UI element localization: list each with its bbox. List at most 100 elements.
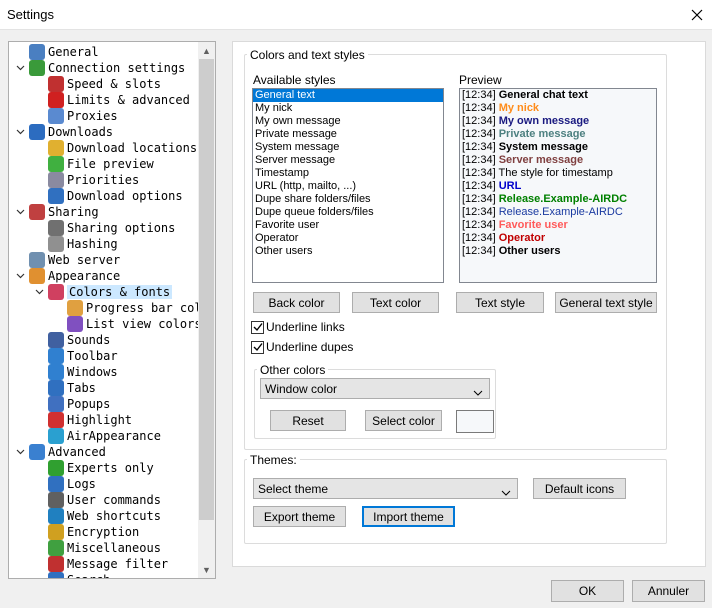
expand-chevron-icon[interactable] [15, 204, 25, 220]
select-color-button[interactable]: Select color [365, 410, 442, 431]
tree-item[interactable]: Windows [48, 364, 118, 380]
tree-item[interactable]: Toolbar [48, 348, 118, 364]
tree-item[interactable]: Appearance [16, 268, 120, 284]
tree-item[interactable]: Colors & fonts [35, 284, 173, 300]
cancel-button[interactable]: Annuler [632, 580, 705, 602]
other-colors-select[interactable]: Window color [260, 378, 490, 399]
underline-dupes-checkbox[interactable]: Underline dupes [251, 340, 353, 354]
tree-item[interactable]: Miscellaneous [48, 540, 161, 556]
tree-item[interactable]: Download locations [48, 140, 197, 156]
tree-item[interactable]: Experts only [48, 460, 154, 476]
themes-group: Themes: Select theme Default icons Expor… [244, 453, 667, 544]
expand-chevron-icon[interactable] [15, 60, 25, 76]
tree-item[interactable]: Download options [48, 188, 183, 204]
ok-button[interactable]: OK [551, 580, 624, 602]
tree-item[interactable]: Logs [48, 476, 96, 492]
tree-item[interactable]: Downloads [16, 124, 114, 140]
underline-dupes-label: Underline dupes [266, 340, 354, 354]
tree-scrollbar[interactable]: ▲ ▼ [198, 42, 215, 578]
tree-item[interactable]: Limits & advanced [48, 92, 190, 108]
style-list-item[interactable]: Other users [253, 245, 443, 258]
sounds-icon [48, 332, 64, 348]
connection-icon [29, 60, 45, 76]
expand-chevron-icon[interactable] [15, 124, 25, 140]
tree-item[interactable]: Web shortcuts [48, 508, 161, 524]
tree-item[interactable]: Tabs [48, 380, 96, 396]
style-list-item[interactable]: My own message [253, 115, 443, 128]
tree-item[interactable]: Priorities [48, 172, 139, 188]
tree-item[interactable]: User commands [48, 492, 161, 508]
import-theme-button[interactable]: Import theme [362, 506, 455, 527]
preview-text: My own message [498, 115, 590, 127]
theme-select[interactable]: Select theme [253, 478, 518, 499]
reset-button[interactable]: Reset [270, 410, 346, 431]
general-text-style-button[interactable]: General text style [555, 292, 657, 313]
tree-item[interactable]: Hashing [48, 236, 118, 252]
tree-item[interactable]: Highlight [48, 412, 132, 428]
tree-item[interactable]: Sharing [16, 204, 99, 220]
style-list-item[interactable]: Private message [253, 128, 443, 141]
preview-timestamp: [12:34] [462, 206, 499, 218]
style-list-item[interactable]: Favorite user [253, 219, 443, 232]
experts-icon [48, 460, 64, 476]
highlight-icon [48, 412, 64, 428]
preview-timestamp: [12:34] [462, 180, 499, 192]
export-theme-button[interactable]: Export theme [253, 506, 346, 527]
style-list-item[interactable]: Timestamp [253, 167, 443, 180]
underline-links-checkbox[interactable]: Underline links [251, 320, 345, 334]
settings-tree[interactable]: General Connection settings Speed & slots L… [8, 41, 216, 579]
tree-item[interactable]: Advanced [16, 444, 106, 460]
style-list-item[interactable]: Dupe queue folders/files [253, 206, 443, 219]
user-commands-icon [48, 492, 64, 508]
settings-panel: Colors and text styles Available styles … [232, 41, 706, 567]
preview-line: [12:34] The style for timestamp [460, 167, 656, 180]
text-style-button[interactable]: Text style [456, 292, 544, 313]
back-color-button[interactable]: Back color [253, 292, 340, 313]
tree-item[interactable]: Sounds [48, 332, 110, 348]
style-list-item[interactable]: System message [253, 141, 443, 154]
chevron-down-icon [501, 485, 511, 499]
preview-timestamp: [12:34] [462, 89, 499, 101]
tree-item[interactable]: File preview [48, 156, 154, 172]
tree-item[interactable]: Speed & slots [48, 76, 161, 92]
sharing-options-icon [48, 220, 64, 236]
tree-item[interactable]: Sharing options [48, 220, 175, 236]
tree-item[interactable]: Search [48, 572, 110, 578]
color-swatch [456, 410, 494, 433]
preview-text: URL [498, 180, 522, 192]
preview-text: Private message [498, 128, 586, 140]
scroll-thumb[interactable] [199, 59, 214, 520]
text-color-button[interactable]: Text color [352, 292, 439, 313]
tree-item[interactable]: Web server [29, 252, 120, 268]
appearance-icon [29, 268, 45, 284]
style-list-item[interactable]: Operator [253, 232, 443, 245]
hashing-icon [48, 236, 64, 252]
tree-item-label: Downloads [48, 125, 114, 139]
tree-item[interactable]: Popups [48, 396, 110, 412]
tree-item[interactable]: Connection settings [16, 60, 185, 76]
expand-chevron-icon[interactable] [15, 444, 25, 460]
tree-item[interactable]: General [29, 44, 99, 60]
expand-chevron-icon[interactable] [15, 268, 25, 284]
tree-item[interactable]: Progress bar colors [67, 300, 199, 316]
tree-item[interactable]: AirAppearance [48, 428, 161, 444]
available-styles-label: Available styles [253, 73, 336, 87]
tree-item[interactable]: Message filter [48, 556, 168, 572]
default-icons-button[interactable]: Default icons [533, 478, 626, 499]
style-list-item[interactable]: Server message [253, 154, 443, 167]
tree-item-label: Proxies [67, 109, 118, 123]
style-list-item[interactable]: Dupe share folders/files [253, 193, 443, 206]
preview-line: [12:34] Server message [460, 154, 656, 167]
scroll-down-icon[interactable]: ▼ [198, 561, 215, 578]
expand-chevron-icon[interactable] [34, 284, 44, 300]
styles-listbox[interactable]: General text My nick My own message Private… [252, 88, 444, 283]
style-list-item[interactable]: General text [253, 89, 443, 102]
tree-item[interactable]: Proxies [48, 108, 118, 124]
tree-item[interactable]: Encryption [48, 524, 139, 540]
scroll-up-icon[interactable]: ▲ [198, 42, 215, 59]
style-list-item[interactable]: My nick [253, 102, 443, 115]
close-icon[interactable] [682, 0, 712, 30]
underline-links-label: Underline links [266, 320, 345, 334]
tree-item[interactable]: List view colors [67, 316, 199, 332]
style-list-item[interactable]: URL (http, mailto, ...) [253, 180, 443, 193]
